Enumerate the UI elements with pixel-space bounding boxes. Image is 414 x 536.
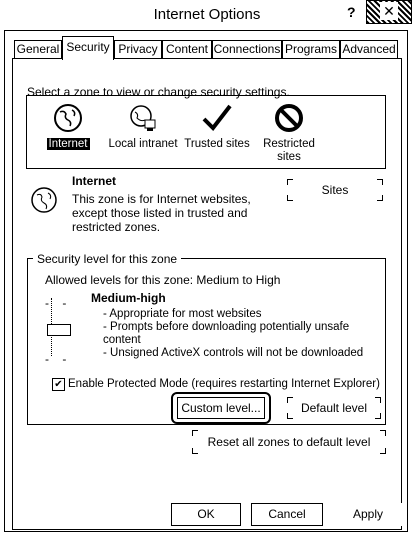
no-entry-icon (273, 102, 305, 134)
checkmark-icon (201, 102, 233, 134)
level-description-line: - Appropriate for most websites (103, 308, 262, 320)
protected-mode-checkbox[interactable]: ✔ (52, 378, 65, 391)
zone-name: Internet (72, 174, 117, 188)
close-icon: ✕ (380, 2, 398, 20)
reset-all-zones-button[interactable]: Reset all zones to default level (192, 430, 386, 454)
apply-button[interactable]: Apply (333, 503, 403, 526)
tab-privacy[interactable]: Privacy (114, 40, 162, 58)
level-name: Medium-high (91, 291, 166, 305)
zone-internet-label: Internet (46, 138, 90, 150)
custom-level-button[interactable]: Custom level... (177, 397, 265, 419)
zone-internet[interactable]: Internet (33, 102, 103, 151)
title-bar: Internet Options ? ✕ (0, 0, 414, 30)
zone-trusted-sites-label: Trusted sites (184, 138, 250, 150)
zone-local-intranet-label: Local intranet (108, 138, 178, 150)
close-button[interactable]: ✕ (366, 0, 412, 24)
security-level-group-label: Security level for this zone (33, 252, 182, 266)
tab-content[interactable]: Content (162, 40, 212, 58)
level-description-line: - Prompts before downloading potentially… (103, 321, 350, 333)
help-button[interactable]: ? (347, 4, 356, 20)
zone-trusted-sites[interactable]: Trusted sites (183, 102, 251, 151)
zone-list: Internet Local intranet Trusted sites Re… (26, 95, 386, 169)
slider-tick: - - (45, 352, 67, 366)
intranet-icon (127, 102, 159, 134)
zone-local-intranet[interactable]: Local intranet (103, 102, 183, 151)
tab-security[interactable]: Security (62, 36, 114, 60)
level-description-line: content (103, 334, 141, 346)
cancel-button[interactable]: Cancel (251, 503, 323, 526)
slider-tick: - - (45, 296, 67, 310)
globe-icon (52, 102, 84, 134)
protected-mode-label: Enable Protected Mode (requires restarti… (68, 378, 380, 390)
tab-programs[interactable]: Programs (282, 40, 340, 58)
sites-button-label: Sites (321, 183, 349, 197)
zone-description: This zone is for Internet websites, exce… (72, 192, 251, 234)
reset-all-zones-label: Reset all zones to default level (207, 435, 371, 449)
zone-globe-icon (30, 186, 58, 214)
default-level-button[interactable]: Default level (287, 397, 381, 419)
zone-restricted-sites[interactable]: Restricted sites (259, 102, 319, 164)
tab-general[interactable]: General (14, 40, 62, 58)
allowed-levels: Allowed levels for this zone: Medium to … (45, 273, 281, 287)
tab-connections[interactable]: Connections (212, 40, 282, 58)
level-description-line: - Unsigned ActiveX controls will not be … (103, 347, 364, 359)
sites-button[interactable]: Sites (287, 179, 383, 201)
ok-button[interactable]: OK (171, 503, 241, 526)
tab-advanced[interactable]: Advanced (340, 40, 398, 58)
security-slider-thumb[interactable] (47, 324, 71, 336)
zone-restricted-sites-label: Restricted sites (263, 138, 315, 163)
default-level-label: Default level (300, 401, 368, 415)
